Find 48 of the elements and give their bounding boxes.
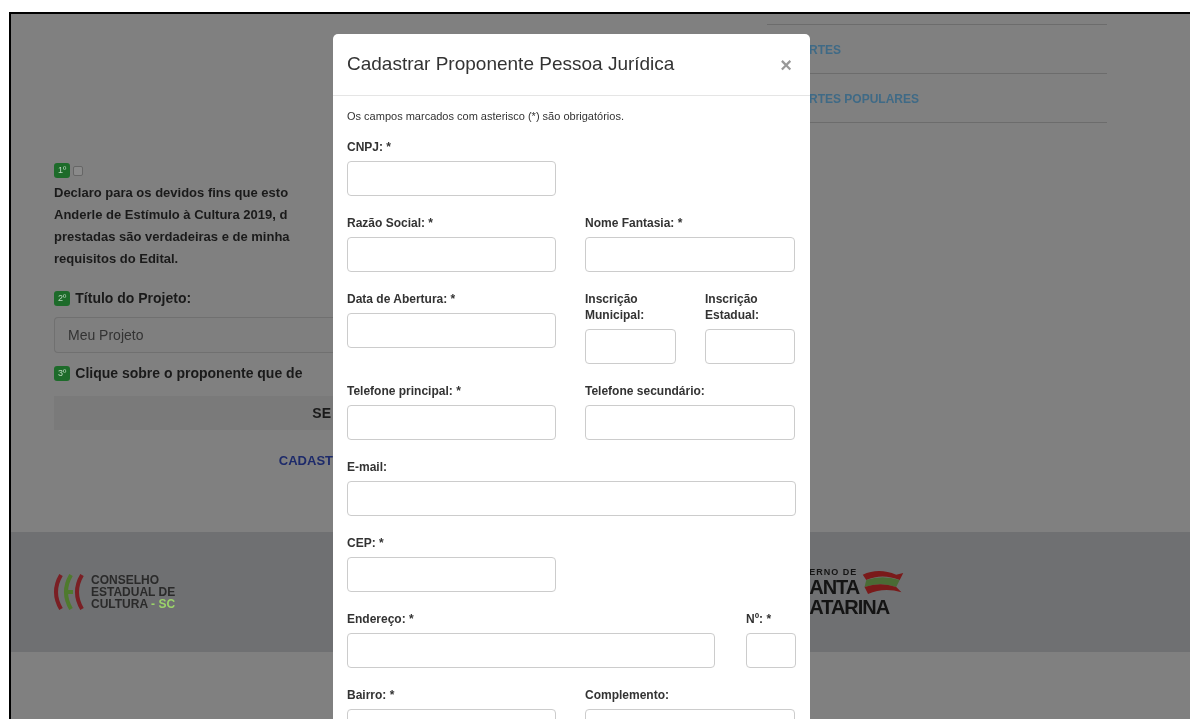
input-field[interactable] (347, 480, 796, 516)
modal-title: Cadastrar Proponente Pessoa Jurídica (347, 52, 675, 77)
logo-text: - SC (151, 598, 176, 610)
field-label: Título do Projeto: (75, 289, 192, 308)
step-badge: 3º (54, 366, 71, 381)
logo-text: ERNO DE (809, 567, 859, 577)
input-field[interactable] (347, 632, 715, 668)
field-label: CNPJ: * (347, 138, 392, 155)
input-field[interactable] (585, 236, 795, 272)
required-note: Os campos marcados com asterisco (*) são obrigatórios. (347, 109, 625, 124)
close-button[interactable]: × (780, 54, 796, 75)
field-label: Telefone secundário: (585, 382, 706, 399)
checkbox[interactable] (73, 165, 84, 176)
step-badge: 1º (54, 163, 71, 178)
arcs-logo-icon (51, 573, 85, 611)
input-field[interactable] (705, 328, 795, 364)
flag-drawing (861, 568, 906, 597)
register-link[interactable]: CADAST (278, 453, 333, 468)
field-label: Inscrição Estadual: (705, 290, 760, 323)
declaration-text: Declaro para os devidos fins que esto Anderle de Estímulo à Cultura 2019, d prestadas são verdadeiras e de minha requisitos do Edital. (54, 184, 291, 268)
input-field[interactable] (347, 236, 556, 272)
field-label: CEP: * (347, 534, 385, 551)
logo-text: ATARINA (809, 596, 891, 617)
logo-text: CULTURA (91, 598, 149, 610)
input-field[interactable] (585, 328, 676, 364)
project-title-field[interactable]: Meu Projeto (54, 317, 333, 353)
logo-text: ANTA (809, 576, 860, 597)
instruction-text: Clique sobre o proponente que de (75, 364, 303, 383)
input-field[interactable] (347, 160, 556, 196)
field-label: Inscrição Municipal: (585, 290, 646, 323)
field-label: Endereço: * (347, 610, 415, 627)
input-field[interactable] (347, 312, 556, 348)
field-label: Nº: * (746, 610, 773, 627)
field-label: Razão Social: * (347, 214, 435, 231)
input-field[interactable] (347, 556, 556, 592)
field-label: Bairro: * (347, 686, 396, 703)
input-field[interactable] (347, 404, 556, 440)
input-field[interactable] (746, 632, 796, 668)
select-button[interactable]: SE (54, 396, 333, 430)
step-badge: 2º (54, 291, 71, 306)
field-label: Complemento: (585, 686, 670, 703)
logo-text: ESTADUAL DE (91, 586, 176, 598)
field-label: Data de Abertura: * (347, 290, 457, 307)
logo-text: CONSELHO (91, 574, 160, 586)
field-label: Telefone principal: * (347, 382, 462, 399)
field-label: Nome Fantasia: * (585, 214, 684, 231)
field-label: E-mail: (347, 458, 388, 475)
input-field[interactable] (585, 404, 795, 440)
